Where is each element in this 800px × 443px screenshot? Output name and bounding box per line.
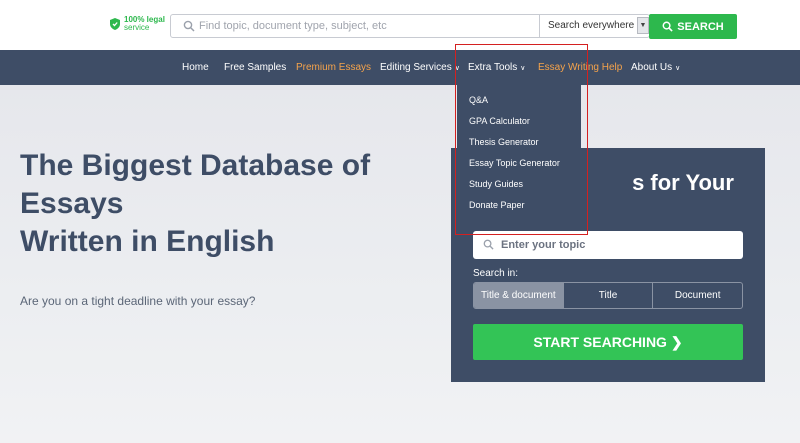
search-in-label: Search in: [473, 268, 519, 279]
topic-input[interactable] [501, 231, 731, 259]
search-scope-value: Search everywhere [548, 20, 635, 31]
nav-item-premium-essays[interactable]: Premium Essays [296, 50, 371, 85]
hero-title-line: The Biggest Database of [20, 149, 371, 182]
search-in-toggle: Title & document Title Document [473, 282, 743, 309]
top-search-box: Search everywhere ▼ [170, 14, 650, 38]
highlight-box [455, 44, 588, 235]
chevron-down-icon: ∨ [675, 65, 681, 72]
search-input[interactable] [199, 15, 539, 37]
search-button[interactable]: SEARCH [649, 14, 737, 39]
start-searching-button[interactable]: START SEARCHING ❯ [473, 324, 743, 360]
topic-input-box [473, 231, 743, 259]
nav-label: About Us [631, 62, 673, 73]
nav-label: Free Samples [224, 62, 287, 73]
toggle-document[interactable]: Document [653, 283, 742, 308]
nav-item-free-samples[interactable]: Free Samples [224, 50, 286, 85]
top-bar: 100% legal service Search everywhere ▼ S… [0, 0, 800, 50]
search-icon [183, 20, 195, 32]
search-button-label: SEARCH [677, 20, 724, 33]
search-icon [483, 239, 494, 250]
panel-title-text: s for Your [632, 170, 734, 195]
toggle-title-document[interactable]: Title & document [474, 283, 564, 308]
chevron-down-icon[interactable]: ▼ [637, 17, 649, 34]
hero-title-line: Essays [20, 187, 124, 220]
chevron-right-icon: ❯ [670, 334, 683, 350]
nav-label: Home [182, 62, 209, 73]
search-scope-select[interactable]: Search everywhere ▼ [539, 15, 649, 37]
main-nav: Home Free Samples Premium Essays Editing… [0, 50, 800, 85]
nav-label: Premium Essays [296, 62, 372, 73]
hero-subtitle: Are you on a tight deadline with your es… [20, 294, 256, 308]
hero-title-line: Written in English [20, 225, 275, 258]
hero-title: The Biggest Database of Essays Written i… [20, 147, 420, 261]
toggle-title[interactable]: Title [564, 283, 654, 308]
nav-item-home[interactable]: Home [182, 50, 209, 85]
nav-item-editing-services[interactable]: Editing Services ∨ [380, 50, 460, 85]
nav-label: Editing Services [380, 62, 452, 73]
shield-icon [110, 18, 120, 30]
start-searching-label: START SEARCHING [533, 334, 667, 350]
search-icon [662, 21, 673, 32]
legal-badge: 100% legal service [110, 16, 165, 32]
legal-line2: service [124, 23, 150, 32]
nav-item-about-us[interactable]: About Us ∨ [631, 50, 680, 85]
